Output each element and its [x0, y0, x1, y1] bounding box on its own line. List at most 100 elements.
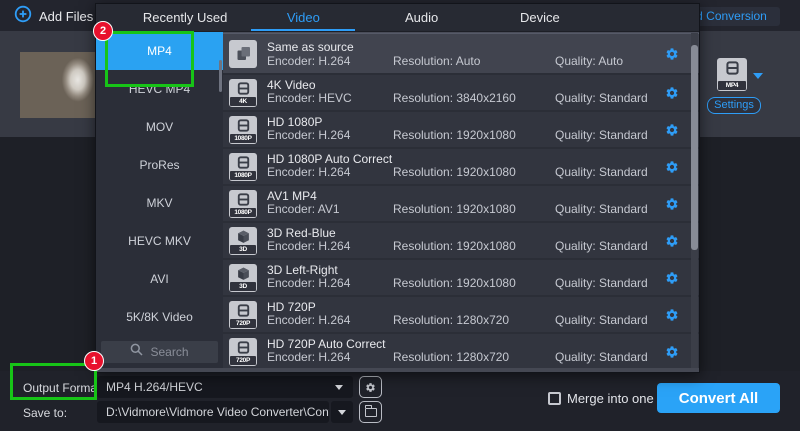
format-encoder: Encoder: AV1: [267, 202, 340, 216]
sidebar-item-label: AVI: [150, 272, 168, 286]
tab-bar: Recently Used Video Audio Device: [96, 4, 699, 32]
format-encoder: Encoder: H.264: [267, 128, 350, 142]
format-type-icon: [229, 40, 257, 68]
format-resolution: Resolution: 1920x1080: [393, 165, 516, 179]
format-resolution: Resolution: 1280x720: [393, 350, 509, 364]
format-dropdown-caret-icon[interactable]: [753, 73, 763, 79]
format-resolution: Resolution: 1920x1080: [393, 202, 516, 216]
sidebar-item-5k-8k-video[interactable]: 5K/8K Video: [96, 298, 223, 336]
list-scrollbar-thumb[interactable]: [691, 45, 698, 250]
format-row[interactable]: 3D 3D Red-Blue Encoder: H.264 Resolution…: [223, 223, 699, 260]
open-folder-button[interactable]: [359, 401, 382, 423]
format-row[interactable]: 1080P HD 1080P Auto Correct Encoder: H.2…: [223, 149, 699, 186]
format-badge: 3D: [230, 245, 256, 254]
popup-body: MP4 HEVC MP4MOV ProRes MKV HEVC MKV AVI 5K/8K …: [96, 32, 699, 369]
search-input[interactable]: Search: [101, 341, 218, 363]
format-type-icon: 1080P: [229, 190, 257, 218]
format-name: 3D Left-Right: [267, 263, 338, 277]
sidebar-item-avi[interactable]: AVI: [96, 260, 223, 298]
format-resolution: Resolution: Auto: [393, 54, 480, 68]
gear-icon[interactable]: [665, 345, 679, 359]
format-row[interactable]: 4K 4K Video Encoder: HEVC Resolution: 38…: [223, 75, 699, 112]
format-name: HD 720P Auto Correct: [267, 337, 386, 351]
format-name: HD 1080P: [267, 115, 322, 129]
format-encoder: Encoder: H.264: [267, 313, 350, 327]
sidebar-item-label: MKV: [146, 196, 172, 210]
search-icon: [130, 343, 143, 361]
format-badge: 1080P: [230, 208, 256, 217]
format-encoder: Encoder: H.264: [267, 239, 350, 253]
tab-video[interactable]: Video: [244, 4, 362, 31]
save-to-dropdown-button[interactable]: [331, 401, 353, 423]
format-name: AV1 MP4: [267, 189, 317, 203]
format-quality: Quality: Standard: [555, 239, 648, 253]
format-resolution: Resolution: 1920x1080: [393, 239, 516, 253]
gear-icon[interactable]: [665, 271, 679, 285]
format-quality: Quality: Standard: [555, 313, 648, 327]
gear-icon[interactable]: [665, 160, 679, 174]
sidebar-item-mp4[interactable]: MP4: [96, 32, 223, 70]
folder-icon: [365, 408, 377, 417]
tab-recently-used[interactable]: Recently Used: [126, 4, 244, 31]
format-row[interactable]: 1080P AV1 MP4 Encoder: AV1 Resolution: 1…: [223, 186, 699, 223]
format-category-sidebar: MP4 HEVC MP4MOV ProRes MKV HEVC MKV AVI 5K/8K …: [96, 32, 223, 369]
format-encoder: Encoder: H.264: [267, 54, 350, 68]
tab-label: Video: [287, 10, 320, 25]
add-plus-icon: [14, 5, 32, 28]
output-format-select[interactable]: MP4 H.264/HEVC: [97, 376, 353, 398]
gear-icon: [365, 382, 376, 393]
sidebar-item-label: MP4: [147, 44, 172, 58]
format-quality: Quality: Standard: [555, 91, 648, 105]
settings-button[interactable]: Settings: [707, 97, 761, 114]
format-badge: 3D: [230, 282, 256, 291]
sidebar-item-mkv[interactable]: MKV: [96, 184, 223, 222]
format-badge: MP4: [718, 81, 746, 90]
format-row[interactable]: 720P HD 720P Encoder: H.264 Resolution: …: [223, 297, 699, 334]
sidebar-item-label: HEVC MKV: [128, 234, 191, 248]
format-type-icon: 1080P: [229, 116, 257, 144]
sidebar-scrollbar[interactable]: [219, 60, 222, 92]
gear-icon[interactable]: [665, 123, 679, 137]
format-row[interactable]: Same as source Encoder: H.264 Resolution…: [223, 33, 699, 75]
format-type-icon: 4K: [229, 79, 257, 107]
save-to-value: D:\Vidmore\Vidmore Video Converter\Conve…: [106, 405, 329, 419]
output-format-label: Output Format:: [23, 381, 104, 395]
tab-audio[interactable]: Audio: [363, 4, 481, 31]
format-quality: Quality: Auto: [555, 54, 623, 68]
format-rows: Same as source Encoder: H.264 Resolution…: [223, 33, 699, 369]
gear-icon[interactable]: [665, 197, 679, 211]
format-name: 4K Video: [267, 78, 316, 92]
search-placeholder: Search: [150, 345, 188, 359]
mp4-file-icon: MP4: [717, 58, 747, 91]
chevron-down-icon: [335, 385, 343, 390]
sidebar-item-hevc-mkv[interactable]: HEVC MKV: [96, 222, 223, 260]
add-files-label: Add Files: [39, 9, 93, 24]
tab-device[interactable]: Device: [481, 4, 599, 31]
tab-label: Device: [520, 10, 560, 25]
sidebar-item-label: ProRes: [139, 158, 179, 172]
output-format-icon[interactable]: MP4: [717, 58, 747, 91]
format-badge: 1080P: [230, 134, 256, 143]
sidebar-item-hevc-mp4[interactable]: HEVC MP4: [96, 70, 223, 108]
format-resolution: Resolution: 1920x1080: [393, 128, 516, 142]
save-to-label: Save to:: [23, 406, 67, 420]
format-encoder: Encoder: H.264: [267, 165, 350, 179]
gear-icon[interactable]: [665, 308, 679, 322]
sidebar-item-mov[interactable]: MOV: [96, 108, 223, 146]
format-quality: Quality: Standard: [555, 276, 648, 290]
gear-icon[interactable]: [665, 86, 679, 100]
merge-checkbox[interactable]: [548, 392, 561, 405]
format-row[interactable]: 3D 3D Left-Right Encoder: H.264 Resoluti…: [223, 260, 699, 297]
format-row[interactable]: 720P HD 720P Auto Correct Encoder: H.264…: [223, 334, 699, 369]
sidebar-items: MP4 HEVC MP4MOV ProRes MKV HEVC MKV AVI 5K/8K …: [96, 32, 223, 336]
save-to-field[interactable]: D:\Vidmore\Vidmore Video Converter\Conve…: [97, 401, 329, 423]
sidebar-item-prores[interactable]: ProRes: [96, 146, 223, 184]
convert-all-button[interactable]: Convert All: [657, 383, 780, 413]
format-name: HD 1080P Auto Correct: [267, 152, 392, 166]
format-settings-button[interactable]: [359, 376, 382, 398]
output-format-popup: Recently Used Video Audio Device MP4 HEVC MP…: [95, 3, 700, 373]
format-row[interactable]: 1080P HD 1080P Encoder: H.264 Resolution…: [223, 112, 699, 149]
gear-icon[interactable]: [665, 234, 679, 248]
format-type-icon: 720P: [229, 301, 257, 329]
gear-icon[interactable]: [665, 47, 679, 61]
